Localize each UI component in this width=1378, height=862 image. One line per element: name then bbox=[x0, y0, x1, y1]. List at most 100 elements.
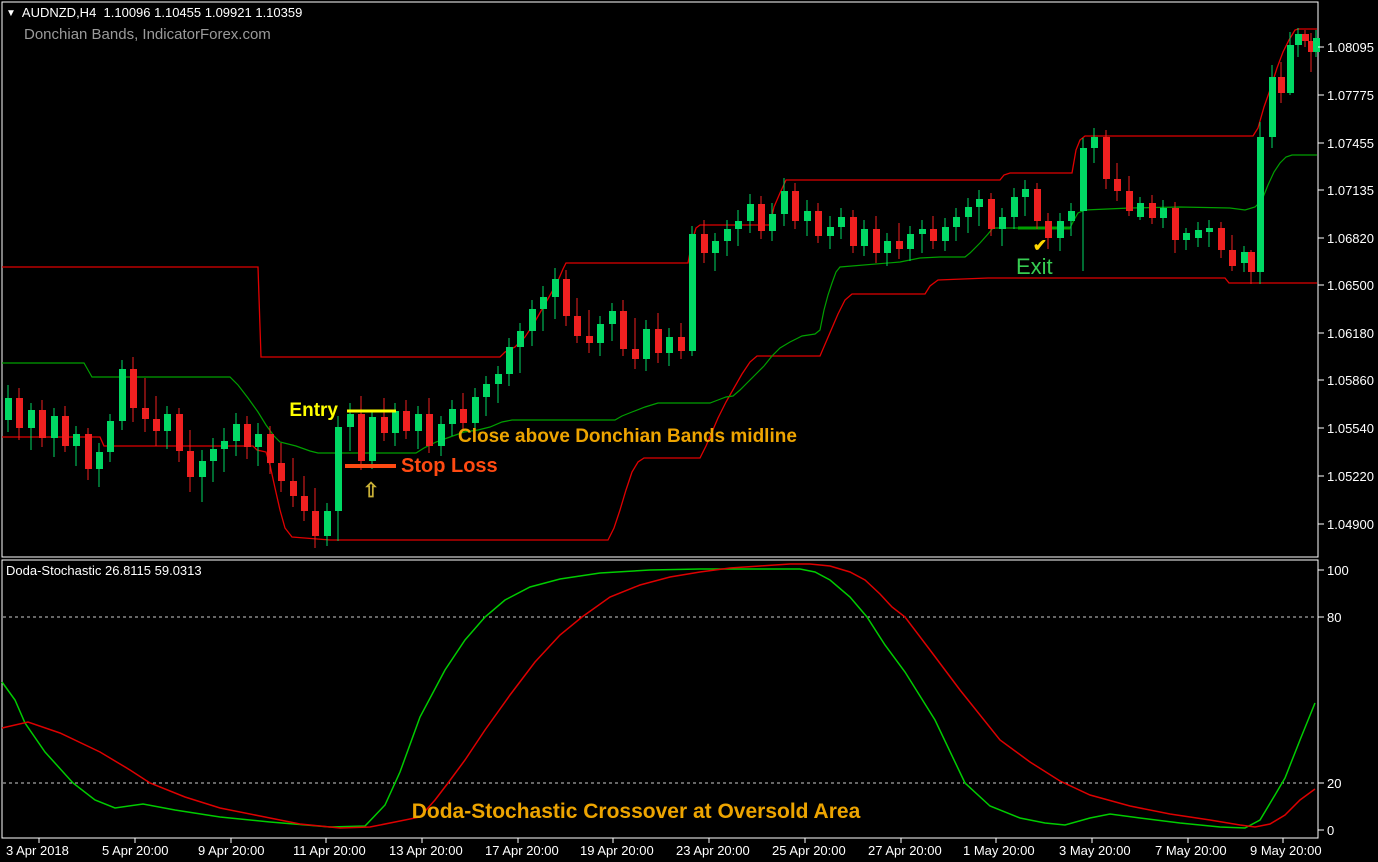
candle-body bbox=[369, 417, 376, 461]
candle-body bbox=[483, 384, 490, 397]
candle-body bbox=[1206, 228, 1213, 232]
candle-body bbox=[850, 217, 857, 246]
candles bbox=[5, 28, 1320, 548]
candle-body bbox=[999, 217, 1006, 229]
stop-loss-label: Stop Loss bbox=[401, 455, 498, 477]
candle-body bbox=[574, 316, 581, 336]
candle-body bbox=[210, 449, 217, 461]
candle-body bbox=[142, 408, 149, 419]
price-axis-label: 1.06820 bbox=[1327, 231, 1374, 246]
price-axis-label: 1.06500 bbox=[1327, 278, 1374, 293]
candle-body bbox=[255, 434, 262, 447]
price-axis-label: 1.06180 bbox=[1327, 326, 1374, 341]
candle-body bbox=[1103, 137, 1110, 179]
price-axis-label: 1.05220 bbox=[1327, 469, 1374, 484]
midline-note: Close above Donchian Bands midline bbox=[458, 426, 797, 447]
candle-body bbox=[153, 419, 160, 431]
candle-body bbox=[392, 411, 399, 433]
stoch-note: Doda-Stochastic Crossover at Oversold Ar… bbox=[412, 800, 861, 823]
candle-body bbox=[907, 234, 914, 249]
candle-body bbox=[678, 337, 685, 351]
candle-body bbox=[233, 424, 240, 441]
candle-body bbox=[563, 279, 570, 316]
candle-body bbox=[781, 191, 788, 214]
candle-body bbox=[1218, 228, 1225, 250]
candle-body bbox=[896, 241, 903, 249]
candle-body bbox=[278, 463, 285, 481]
candle-body bbox=[403, 411, 410, 431]
entry-label: Entry bbox=[289, 400, 338, 421]
candle-body bbox=[1011, 197, 1018, 217]
stoch-axis-label: 100 bbox=[1327, 563, 1349, 578]
time-axis-label: 23 Apr 20:00 bbox=[676, 843, 750, 858]
candle-body bbox=[290, 481, 297, 496]
candle-body bbox=[804, 211, 811, 221]
candle-body bbox=[347, 414, 354, 427]
candle-body bbox=[1172, 208, 1179, 240]
exit-label: Exit bbox=[1016, 254, 1053, 279]
candle-body bbox=[107, 421, 114, 452]
time-axis-label: 11 Apr 20:00 bbox=[293, 843, 366, 858]
candle-body bbox=[221, 441, 228, 449]
candle-body bbox=[1195, 230, 1202, 238]
candle-body bbox=[381, 417, 388, 433]
candle-body bbox=[16, 398, 23, 428]
candle-body bbox=[792, 191, 799, 221]
candle-body bbox=[267, 434, 274, 463]
candle-body bbox=[1057, 221, 1064, 238]
price-axis-label: 1.05860 bbox=[1327, 373, 1374, 388]
candle-body bbox=[529, 309, 536, 331]
up-arrow: ⇧ bbox=[363, 480, 380, 502]
candle-body bbox=[449, 409, 456, 424]
chevron-down-icon[interactable]: ▼ bbox=[6, 8, 16, 19]
donchian-upper-band bbox=[2, 29, 1317, 357]
candle-body bbox=[953, 217, 960, 227]
candle-body bbox=[244, 424, 251, 447]
candle-body bbox=[988, 199, 995, 229]
candle-body bbox=[884, 241, 891, 253]
candle-body bbox=[1278, 77, 1285, 93]
candle-body bbox=[747, 204, 754, 221]
candle-body bbox=[1257, 137, 1264, 272]
time-axis-label: 5 Apr 20:00 bbox=[102, 843, 169, 858]
candle-body bbox=[1137, 203, 1144, 217]
candle-body bbox=[312, 511, 319, 536]
candle-body bbox=[815, 211, 822, 236]
price-axis-label: 1.08095 bbox=[1327, 40, 1374, 55]
candle-body bbox=[586, 336, 593, 343]
candle-body bbox=[620, 311, 627, 349]
stoch-axis-label: 80 bbox=[1327, 610, 1341, 625]
candle-body bbox=[724, 229, 731, 241]
price-axis-label: 1.07455 bbox=[1327, 136, 1374, 151]
candle-body bbox=[1114, 179, 1121, 191]
price-axis-label: 1.07775 bbox=[1327, 88, 1374, 103]
candle-body bbox=[689, 234, 696, 351]
candle-body bbox=[769, 214, 776, 231]
time-axis-label: 19 Apr 20:00 bbox=[580, 843, 654, 858]
exit-check: ✔ bbox=[1033, 236, 1047, 255]
candle-body bbox=[655, 329, 662, 353]
candle-body bbox=[1248, 252, 1255, 272]
candle-body bbox=[1091, 137, 1098, 148]
candle-body bbox=[976, 199, 983, 207]
time-axis-label: 9 May 20:00 bbox=[1250, 843, 1322, 858]
chart-canvas[interactable]: 1.080951.077751.074551.071351.068201.065… bbox=[0, 0, 1378, 862]
candle-body bbox=[96, 452, 103, 469]
candle-body bbox=[838, 217, 845, 227]
symbol-ohlc-text: AUDNZD,H4 1.10096 1.10455 1.09921 1.1035… bbox=[22, 5, 302, 20]
candle-body bbox=[176, 414, 183, 451]
candle-body bbox=[335, 427, 342, 511]
candle-body bbox=[552, 279, 559, 297]
candle-body bbox=[701, 234, 708, 253]
candle-body bbox=[597, 324, 604, 343]
time-axis-label: 3 Apr 2018 bbox=[6, 843, 69, 858]
candle-body bbox=[1287, 45, 1294, 93]
candle-body bbox=[758, 204, 765, 231]
candle-body bbox=[1080, 148, 1087, 211]
candle-body bbox=[1229, 250, 1236, 266]
stoch_panel-border bbox=[2, 560, 1318, 838]
candle-body bbox=[358, 414, 365, 461]
candle-body bbox=[85, 434, 92, 469]
candle-body bbox=[861, 229, 868, 246]
time-axis-label: 3 May 20:00 bbox=[1059, 843, 1131, 858]
